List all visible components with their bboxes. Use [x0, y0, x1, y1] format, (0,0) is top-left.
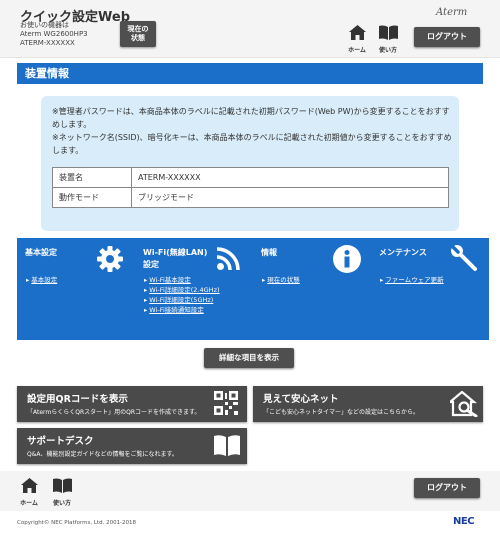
safe-panel-desc: 「こども安心ネットタイマー」などの設定はこちらから。	[263, 409, 420, 416]
safe-net-panel[interactable]: 見えて安心ネット 「こども安心ネットタイマー」などの設定はこちらから。	[253, 386, 483, 422]
footer-manual-button[interactable]: 使い方	[50, 478, 74, 507]
table-row: 装置名 ATERM-XXXXXX	[52, 167, 449, 188]
password-note: ※管理者パスワードは、本商品本体のラベルに記載された初期パスワード(Web PW…	[52, 107, 450, 129]
tile-info-links: 現在の状態	[262, 275, 300, 285]
operation-mode-key: 動作モード	[52, 187, 132, 208]
wifi-icon	[217, 247, 240, 270]
show-details-button[interactable]: 詳細な項目を表示	[204, 348, 294, 368]
status-button-line2: 状態	[131, 34, 145, 42]
tile-information: 情報 現在の状態	[253, 238, 371, 340]
device-name-value: ATERM-XXXXXX	[131, 167, 449, 188]
nec-logo: NEC	[453, 516, 475, 527]
device-info-table: 装置名 ATERM-XXXXXX 動作モード ブリッジモード	[52, 167, 449, 208]
aterm-logo: Aterm	[436, 7, 468, 18]
qr-code-icon	[214, 391, 238, 415]
tile-basic-links: 基本設定	[26, 275, 57, 285]
header: クイック設定Web お使いの機器は Aterm WG2600HP3 ATERM-…	[0, 0, 500, 58]
support-panel-desc: Q&A、機能別設定ガイドなどの情報をご覧になれます。	[27, 451, 178, 458]
safe-panel-title: 見えて安心ネット	[263, 394, 339, 405]
qr-panel-desc: 「AtermらくらくQRスタート」用のQRコードを作成できます。	[27, 409, 201, 416]
table-row: 動作モード ブリッジモード	[52, 187, 449, 208]
tile-wifi-title: Wi-Fi(無線LAN) 設定	[143, 247, 207, 271]
logout-button[interactable]: ログアウト	[414, 27, 480, 47]
home-search-icon	[450, 391, 478, 417]
tile-basic-title: 基本設定	[25, 248, 57, 257]
support-desk-panel[interactable]: サポートデスク Q&A、機能別設定ガイドなどの情報をご覧になれます。	[17, 428, 247, 464]
tile-maintenance-links: ファームウェア更新	[380, 275, 443, 285]
book-icon	[378, 25, 398, 40]
device-caption: お使いの機器は	[20, 21, 69, 29]
qr-code-panel[interactable]: 設定用QRコードを表示 「AtermらくらくQRスタート」用のQRコードを作成で…	[17, 386, 247, 422]
footer-home-button[interactable]: ホーム	[17, 478, 41, 507]
device-model: Aterm WG2600HP3	[20, 30, 88, 38]
link-wifi-24ghz[interactable]: Wi-Fi詳細設定(2.4GHz)	[144, 285, 219, 295]
footer-manual-label: 使い方	[52, 500, 71, 507]
info-icon	[333, 245, 361, 273]
home-button[interactable]: ホーム	[345, 25, 369, 54]
manual-button[interactable]: 使い方	[376, 25, 400, 54]
book-icon	[214, 435, 240, 456]
link-firmware-update[interactable]: ファームウェア更新	[380, 275, 443, 285]
tile-wifi-title-line2: 設定	[143, 260, 159, 269]
current-status-button[interactable]: 現在の 状態	[120, 21, 156, 47]
footer-bar: ホーム 使い方 ログアウト	[0, 471, 500, 511]
link-current-status[interactable]: 現在の状態	[262, 275, 300, 285]
gear-icon	[97, 246, 123, 272]
tile-maintenance-title: メンテナンス	[379, 248, 427, 257]
operation-mode-value: ブリッジモード	[131, 187, 449, 208]
tile-maintenance: メンテナンス ファームウェア更新	[371, 238, 489, 340]
link-wifi-5ghz[interactable]: Wi-Fi詳細設定(5GHz)	[144, 295, 220, 305]
support-panel-title: サポートデスク	[27, 436, 94, 447]
book-icon	[52, 478, 72, 493]
home-icon	[348, 25, 366, 40]
tile-wifi-links: Wi-Fi基本設定 Wi-Fi詳細設定(2.4GHz) Wi-Fi詳細設定(5G…	[144, 275, 220, 315]
tile-wifi-title-line1: Wi-Fi(無線LAN)	[143, 248, 208, 257]
tile-basic-settings: 基本設定 基本設定	[17, 238, 135, 340]
device-name: ATERM-XXXXXX	[20, 39, 75, 47]
home-label: ホーム	[348, 47, 366, 54]
qr-panel-title: 設定用QRコードを表示	[27, 394, 128, 405]
copyright: Copyright© NEC Platforms, Ltd. 2001-2018	[17, 520, 137, 526]
tile-wifi-settings: Wi-Fi(無線LAN) 設定 Wi-Fi基本設定 Wi-Fi詳細設定(2.4G…	[135, 238, 253, 340]
wrench-icon	[451, 245, 477, 271]
section-title: 装置情報	[17, 63, 483, 84]
ssid-note: ※ネットワーク名(SSID)、暗号化キーは、本商品本体のラベルに記載された初期値…	[52, 133, 452, 155]
manual-label: 使い方	[378, 47, 397, 54]
footer-home-label: ホーム	[20, 500, 38, 507]
info-panel: ※管理者パスワードは、本商品本体のラベルに記載された初期パスワード(Web PW…	[41, 96, 459, 231]
status-button-line1: 現在の	[127, 25, 149, 33]
tile-info-title: 情報	[261, 248, 277, 257]
device-name-key: 装置名	[52, 167, 132, 188]
footer-logout-button[interactable]: ログアウト	[414, 478, 480, 498]
link-wifi-notify[interactable]: Wi-Fi接続通知設定	[144, 305, 220, 315]
link-wifi-basic[interactable]: Wi-Fi基本設定	[144, 275, 220, 285]
home-icon	[20, 478, 38, 493]
link-basic-settings[interactable]: 基本設定	[26, 275, 57, 285]
